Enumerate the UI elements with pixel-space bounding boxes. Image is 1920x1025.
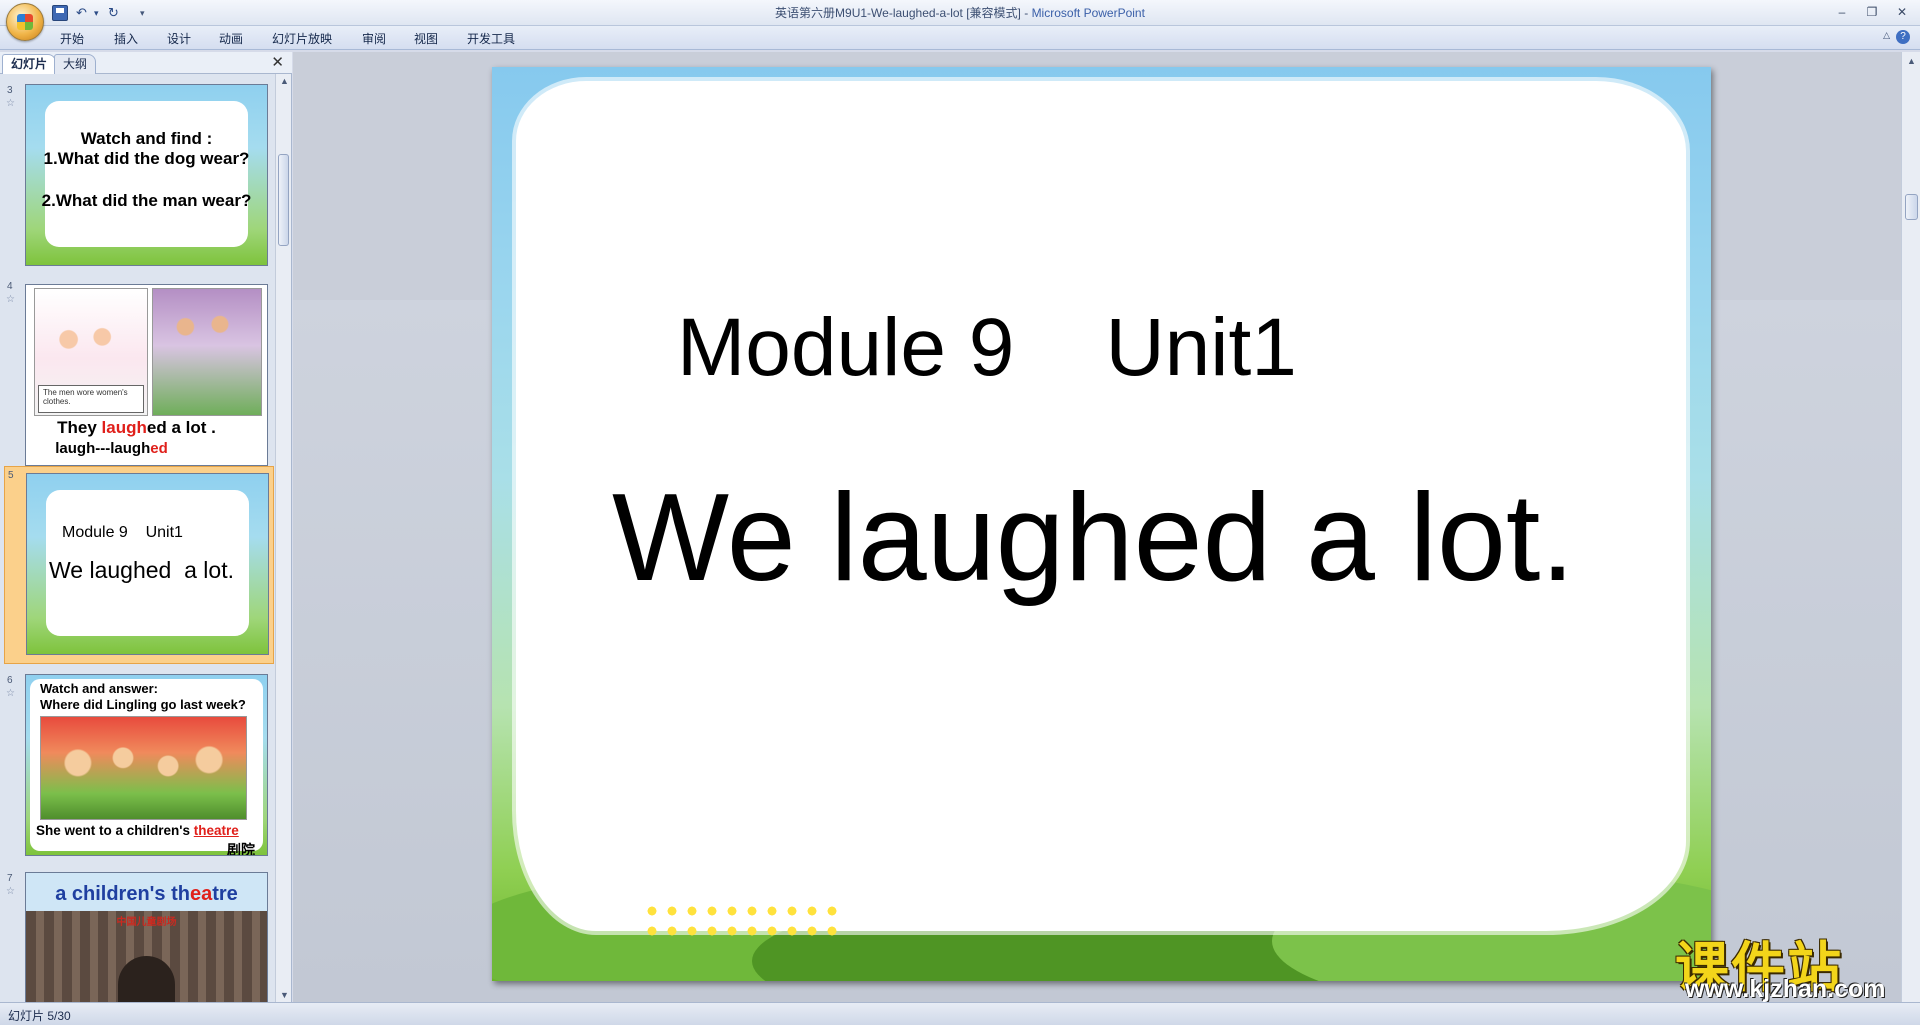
tab-design[interactable]: 设计 (167, 30, 191, 47)
thumb-text: 2.What did the man wear? (41, 191, 252, 210)
slide-thumbnail-4[interactable]: The men wore women's clothes. They laugh… (25, 284, 268, 466)
slide-thumbnail-5[interactable]: Module 9 Unit1 We laughed a lot. (26, 473, 269, 655)
tab-home[interactable]: 开始 (60, 30, 84, 47)
thumb-text-part: She went to a children's (36, 823, 194, 838)
slide-number: 3 (7, 85, 13, 96)
slide-number: 4 (7, 281, 13, 292)
restore-button[interactable]: ❐ (1858, 3, 1886, 21)
thumb-text: 剧院 (227, 842, 255, 856)
thumbnail-row-6[interactable]: 6 ☆ Watch and answer: Where did Lingling… (0, 672, 276, 862)
thumb-text-highlight: ed (150, 440, 168, 457)
thumbnail-row-3[interactable]: 3 ☆ Watch and find : 1.What did the dog … (0, 82, 276, 272)
animation-star-icon: ☆ (6, 294, 15, 305)
slide-number: 5 (8, 470, 14, 481)
scroll-down-icon[interactable]: ▼ (280, 990, 289, 1000)
flowers-decoration (642, 901, 842, 941)
tab-slides[interactable]: 幻灯片 (2, 54, 57, 74)
thumb-title: We laughed a lot. (49, 557, 234, 583)
ribbon-minimize-icon[interactable]: △ (1883, 30, 1890, 41)
slide-thumbnail-3[interactable]: Watch and find : 1.What did the dog wear… (25, 84, 268, 266)
theatre-sign: 中国儿童剧场 (116, 917, 177, 928)
slide-counter: 幻灯片 5/30 (8, 1009, 71, 1023)
close-button[interactable]: ✕ (1888, 3, 1916, 21)
thumb-text-part: a children's th (55, 883, 190, 905)
thumbnail-row-5[interactable]: 5 Module 9 Unit1 We laughed a lot. (4, 466, 274, 664)
thumb-text-highlight: theatre (193, 823, 239, 838)
customize-qat-icon[interactable]: ▾ (140, 4, 145, 22)
thumb-text: Watch and find : (80, 129, 213, 148)
animation-star-icon: ☆ (6, 886, 15, 897)
thumb-paper (45, 101, 248, 247)
slide-number: 7 (7, 873, 13, 884)
document-title: 英语第六册M9U1-We-laughed-a-lot [兼容模式] (775, 6, 1021, 20)
watermark-url: www.kjzhan.com (1685, 975, 1886, 1003)
close-pane-icon[interactable]: ✕ (271, 54, 284, 72)
slide-title[interactable]: We laughed a lot. (612, 467, 1575, 609)
slide-scrollbar[interactable]: ▲ (1901, 52, 1920, 1002)
tab-outline[interactable]: 大纲 (54, 54, 97, 74)
slide-thumbnail-6[interactable]: Watch and answer: Where did Lingling go … (25, 674, 268, 856)
thumb-title: a children's theatre (26, 883, 267, 906)
redo-icon[interactable]: ↻ (108, 4, 119, 22)
status-bar: 幻灯片 5/30 (0, 1002, 1920, 1025)
tab-slideshow[interactable]: 幻灯片放映 (272, 30, 332, 47)
thumbnail-row-4[interactable]: 4 ☆ The men wore women's clothes. They l… (0, 278, 276, 468)
thumb-text-part: ed a lot . (146, 418, 216, 437)
thumb-text: They laughed a lot . (26, 418, 267, 438)
tab-insert[interactable]: 插入 (114, 30, 138, 47)
watermark-logo: 课件站 www.kjzhan.com (1675, 923, 1900, 1005)
thumb-text: Where did Lingling go last week? (40, 697, 246, 712)
window-title: 英语第六册M9U1-We-laughed-a-lot [兼容模式] - Micr… (0, 0, 1920, 26)
save-icon[interactable] (52, 5, 68, 21)
picture-caption: The men wore women's clothes. (38, 385, 144, 413)
tab-animations[interactable]: 动画 (219, 30, 243, 47)
slides-pane: 幻灯片 大纲 ✕ 3 ☆ Watch and find : 1.What did… (0, 52, 292, 1002)
thumb-text: Watch and answer: (40, 681, 158, 696)
animation-star-icon: ☆ (6, 98, 15, 109)
thumb-text-highlight: ea (189, 883, 213, 905)
crowd-image (40, 716, 247, 820)
title-bar: 英语第六册M9U1-We-laughed-a-lot [兼容模式] - Micr… (0, 0, 1920, 26)
app-name: Microsoft PowerPoint (1031, 6, 1145, 20)
current-slide[interactable]: Module 9 Unit1 We laughed a lot. (492, 67, 1711, 981)
slide-number: 6 (7, 675, 13, 686)
thumbnail-list: 3 ☆ Watch and find : 1.What did the dog … (0, 74, 276, 1002)
thumb-text-highlight: laugh (101, 418, 147, 437)
cartoon-image (152, 288, 262, 416)
thumb-text: 1.What did the dog wear? (43, 149, 250, 168)
thumb-text-part: laugh---laugh (55, 440, 151, 457)
slide-subtitle[interactable]: Module 9 Unit1 (677, 301, 1297, 395)
minimize-button[interactable]: – (1828, 3, 1856, 21)
undo-icon[interactable]: ↶ (76, 4, 87, 22)
title-separator: - (1020, 6, 1032, 20)
office-button[interactable] (6, 3, 44, 41)
thumb-text-part: They (57, 418, 102, 437)
ribbon-tabs: 开始 插入 设计 动画 幻灯片放映 审阅 视图 开发工具 △ ? (0, 26, 1920, 50)
animation-star-icon: ☆ (6, 688, 15, 699)
thumb-text-part: tre (212, 883, 238, 905)
tab-developer[interactable]: 开发工具 (467, 30, 515, 47)
thumb-text: She went to a children's theatre (36, 823, 239, 838)
scroll-up-icon[interactable]: ▲ (1907, 56, 1916, 66)
thumbnail-scrollbar[interactable]: ▲ ▼ (275, 74, 291, 1002)
tab-review[interactable]: 审阅 (362, 30, 386, 47)
window-controls: – ❐ ✕ (1828, 3, 1916, 21)
scroll-up-icon[interactable]: ▲ (280, 76, 289, 86)
slide-thumbnail-7[interactable]: a children's theatre 中国儿童剧场 (25, 872, 268, 1002)
tab-view[interactable]: 视图 (414, 30, 438, 47)
help-icon[interactable]: ? (1896, 30, 1910, 44)
undo-dropdown-icon[interactable]: ▾ (94, 4, 99, 22)
thumbnail-row-7[interactable]: 7 ☆ a children's theatre 中国儿童剧场 (0, 870, 276, 1002)
thumb-module: Module 9 Unit1 (62, 524, 183, 541)
pane-tabs: 幻灯片 大纲 ✕ (0, 52, 292, 74)
scroll-thumb[interactable] (278, 154, 289, 246)
scroll-thumb[interactable] (1905, 194, 1918, 220)
thumb-text: laugh---laughed (26, 440, 267, 457)
